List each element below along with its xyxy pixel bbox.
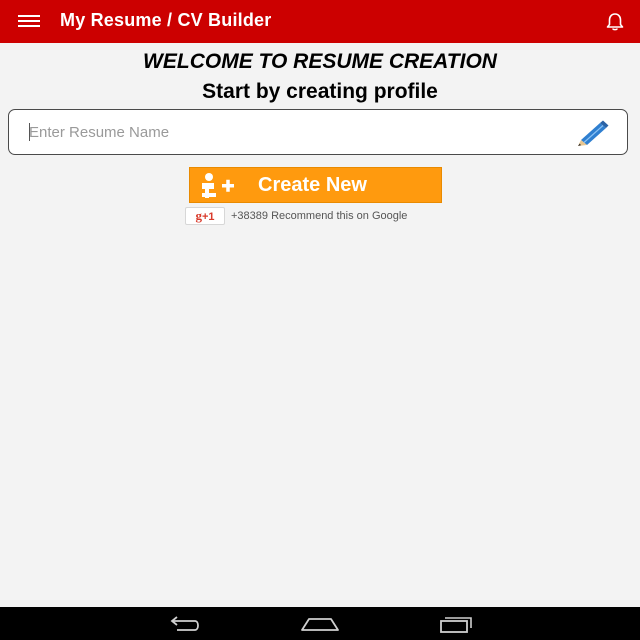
resume-name-field — [8, 109, 628, 155]
page-subtitle: Start by creating profile — [202, 80, 438, 103]
system-nav-bar — [0, 607, 640, 640]
bell-icon[interactable] — [604, 11, 626, 33]
app-screen: My Resume / CV Builder WELCOME TO RESUME… — [0, 0, 640, 640]
back-icon[interactable] — [164, 613, 204, 635]
home-icon[interactable] — [298, 613, 342, 635]
create-new-label: Create New — [258, 174, 367, 196]
add-person-icon — [198, 172, 238, 200]
app-title: My Resume / CV Builder — [60, 10, 272, 30]
hamburger-menu-icon[interactable] — [18, 13, 42, 31]
text-cursor — [29, 123, 30, 141]
pencil-icon[interactable] — [573, 119, 611, 147]
create-new-button[interactable]: Create New — [189, 167, 442, 203]
recommend-count-text: +38389 Recommend this on Google — [231, 210, 408, 222]
welcome-heading: WELCOME TO RESUME CREATION — [143, 50, 497, 73]
recent-apps-icon[interactable] — [438, 613, 476, 635]
resume-name-input[interactable] — [29, 120, 549, 144]
google-plus-one-button[interactable]: g+1 — [185, 207, 225, 225]
app-bar: My Resume / CV Builder — [0, 0, 640, 43]
plus-one-label: +1 — [201, 211, 215, 223]
